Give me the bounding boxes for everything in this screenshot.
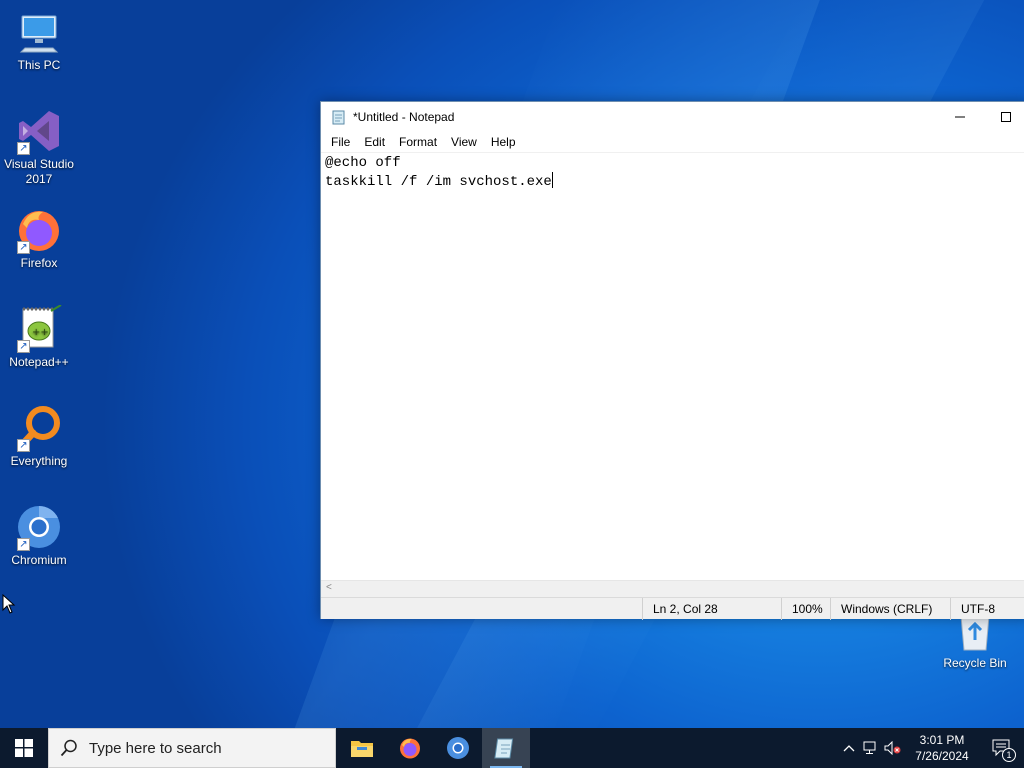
desktop-icon-notepad-plus-plus[interactable]: ++ ↗ Notepad++ [0, 304, 78, 370]
folder-icon [351, 741, 373, 757]
text-editor[interactable]: @echo off taskkill /f /im svchost.exe [321, 152, 1024, 580]
notepad-plus-plus-icon: ++ ↗ [15, 304, 63, 353]
shortcut-arrow-icon: ↗ [17, 538, 30, 551]
desktop-icon-label: Recycle Bin [943, 656, 1007, 670]
scroll-left-icon[interactable]: < [326, 582, 332, 593]
menu-help[interactable]: Help [484, 132, 523, 152]
shortcut-arrow-icon: ↗ [17, 340, 30, 353]
desktop-icon-label: This PC [17, 58, 61, 72]
notepad-window[interactable]: *Untitled - Notepad File Edit Format Vie… [320, 101, 1024, 620]
minimize-button[interactable] [937, 102, 983, 132]
notepad-icon [494, 738, 514, 759]
firefox-icon: ↗ [15, 206, 63, 254]
notification-count-badge: 1 [1002, 748, 1016, 762]
editor-line: taskkill /f /im svchost.exe [325, 174, 552, 190]
text-caret [551, 172, 553, 188]
shortcut-arrow-icon: ↗ [17, 241, 30, 254]
desktop-icon-label: Firefox [20, 256, 58, 270]
window-title: *Untitled - Notepad [353, 110, 455, 124]
menu-file[interactable]: File [324, 132, 357, 152]
desktop-icon-visual-studio[interactable]: ↗ Visual Studio 2017 [0, 107, 78, 187]
computer-icon [15, 8, 63, 56]
desktop-icon-label: Chromium [11, 553, 67, 567]
notepad-icon [331, 109, 347, 125]
status-line-endings: Windows (CRLF) [830, 598, 932, 620]
maximize-icon [1001, 112, 1011, 122]
clock-time: 3:01 PM [919, 733, 965, 747]
menu-edit[interactable]: Edit [357, 132, 392, 152]
status-encoding: UTF-8 [950, 598, 995, 620]
show-hidden-icons-chevron-up-icon[interactable] [838, 728, 860, 768]
minimize-icon [955, 116, 965, 118]
taskbar-chromium[interactable] [434, 728, 482, 768]
everything-search-icon: ↗ [15, 404, 63, 452]
visual-studio-icon: ↗ [15, 107, 63, 155]
maximize-button[interactable] [983, 102, 1024, 132]
network-icon[interactable] [860, 728, 882, 768]
search-icon [49, 739, 89, 757]
system-tray: 3:01 PM 7/26/2024 1 [838, 728, 1024, 768]
desktop-icon-chromium[interactable]: ↗ Chromium [0, 503, 78, 568]
taskbar-clock[interactable]: 3:01 PM 7/26/2024 [904, 732, 980, 764]
svg-text:++: ++ [32, 327, 49, 338]
search-placeholder: Type here to search [89, 739, 222, 757]
action-center-button[interactable]: 1 [980, 728, 1024, 768]
mouse-cursor-icon [2, 594, 16, 614]
menu-bar: File Edit Format View Help [321, 132, 1024, 152]
menu-format[interactable]: Format [392, 132, 444, 152]
clock-date: 7/26/2024 [915, 749, 969, 763]
status-cursor-position: Ln 2, Col 28 [642, 598, 718, 620]
desktop-icon-firefox[interactable]: ↗ Firefox [0, 206, 78, 271]
taskbar-search-box[interactable]: Type here to search [48, 728, 336, 768]
desktop-icon-everything[interactable]: ↗ Everything [0, 404, 78, 469]
status-zoom: 100% [781, 598, 823, 620]
editor-line: @echo off [325, 155, 401, 171]
editor-line-with-caret: taskkill /f /im svchost.exe [325, 172, 1024, 191]
taskbar-file-explorer[interactable] [338, 728, 386, 768]
horizontal-scrollbar[interactable]: < [321, 580, 1024, 597]
title-bar[interactable]: *Untitled - Notepad [321, 102, 1024, 132]
shortcut-arrow-icon: ↗ [17, 142, 30, 155]
volume-muted-icon[interactable] [882, 728, 904, 768]
shortcut-arrow-icon: ↗ [17, 439, 30, 452]
windows-logo-icon [15, 739, 33, 757]
menu-view[interactable]: View [444, 132, 484, 152]
status-bar: Ln 2, Col 28 100% Windows (CRLF) UTF-8 [321, 597, 1024, 620]
start-button[interactable] [0, 728, 48, 768]
firefox-icon [400, 738, 420, 759]
desktop-icon-label: Notepad++ [9, 355, 69, 369]
chromium-icon: ↗ [15, 503, 63, 551]
taskbar-notepad[interactable] [482, 728, 530, 768]
taskbar-firefox[interactable] [386, 728, 434, 768]
desktop-icon-label: Everything [10, 454, 68, 468]
desktop-icon-this-pc[interactable]: This PC [0, 8, 78, 73]
chromium-icon [447, 737, 469, 759]
taskbar: Type here to search 3:01 PM 7/26/2024 1 [0, 728, 1024, 768]
desktop-icon-label: Visual Studio 2017 [4, 157, 74, 186]
